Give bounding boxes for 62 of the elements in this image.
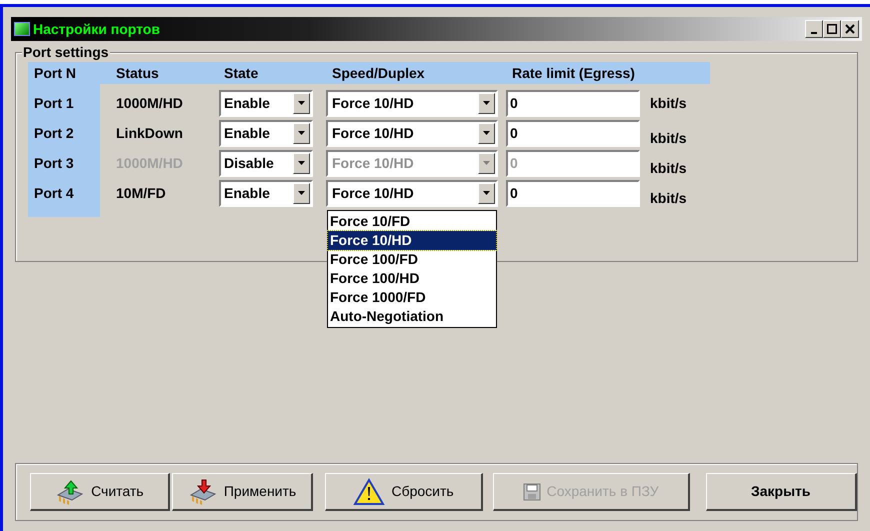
close-button[interactable]: Закрыть [706, 473, 858, 511]
column-header: State [223, 64, 260, 82]
caret-icon [483, 101, 490, 105]
speed-option[interactable]: Force 10/HD [328, 231, 496, 250]
caret-icon [483, 131, 490, 135]
column-header: Rate limit (Egress) [511, 64, 636, 83]
group-title: Port settings [22, 44, 110, 60]
speed-option[interactable]: Force 100/FD [328, 250, 496, 269]
port-name: Port 3 [33, 154, 75, 172]
caret-icon [298, 101, 305, 105]
speed-option[interactable]: Force 10/FD [328, 212, 496, 231]
speed-option[interactable]: Auto-Negotiation [328, 307, 496, 326]
unit-label: kbit/s [650, 188, 688, 208]
caret-icon [298, 131, 305, 135]
chip-up-arrow-icon [55, 478, 86, 504]
maximize-icon [827, 24, 837, 34]
caret-icon [298, 161, 305, 165]
dropdown-arrow-button[interactable] [293, 92, 310, 114]
speed-dropdown[interactable]: Force 10/HD [326, 90, 498, 116]
window-title: Настройки портов [33, 20, 160, 39]
dropdown-arrow-button[interactable] [478, 92, 495, 114]
read-button[interactable]: Считать [30, 473, 170, 511]
maximize-button[interactable] [823, 20, 841, 38]
port-name: Port 1 [33, 94, 75, 112]
app-icon [14, 22, 30, 36]
apply-button[interactable]: Применить [172, 473, 314, 511]
chip-down-arrow-icon [188, 478, 218, 504]
rate-limit-field[interactable]: 0 [506, 90, 640, 116]
speed-dropdown[interactable]: Force 10/HD [326, 180, 498, 206]
unit-label: kbit/s [650, 94, 688, 112]
port-status: 1000M/HD [115, 94, 184, 112]
caret-icon [483, 191, 490, 195]
port-name: Port 4 [33, 184, 75, 202]
rate-limit-field[interactable]: 0 [506, 120, 640, 146]
speed-option[interactable]: Force 100/HD [328, 269, 496, 288]
column-header: Port N [33, 64, 77, 82]
column-header: Speed/Duplex [331, 64, 426, 83]
port-status: LinkDown [115, 124, 184, 142]
minimize-icon [811, 32, 817, 34]
minimize-button[interactable] [805, 20, 823, 38]
dropdown-arrow-button[interactable] [478, 122, 495, 144]
dropdown-arrow-button[interactable] [293, 122, 310, 144]
caret-icon [298, 191, 305, 195]
speed-dropdown[interactable]: Force 10/HD [326, 120, 498, 146]
state-dropdown[interactable]: Enable [219, 120, 313, 146]
state-dropdown[interactable]: Enable [219, 90, 313, 116]
speed-option[interactable]: Force 1000/FD [328, 288, 496, 307]
rate-limit-field[interactable]: 0 [506, 180, 640, 206]
reset-button[interactable]: Сбросить [325, 473, 483, 511]
dropdown-arrow-button[interactable] [293, 182, 310, 204]
unit-label: kbit/s [650, 128, 688, 148]
close-icon [845, 24, 855, 34]
unit-label: kbit/s [650, 158, 688, 178]
dropdown-arrow-button[interactable] [293, 152, 310, 174]
port-name: Port 2 [33, 124, 75, 142]
state-dropdown[interactable]: Enable [219, 180, 313, 206]
column-header: Status [115, 64, 160, 82]
dropdown-arrow-button[interactable] [478, 182, 495, 204]
close-button[interactable] [841, 20, 859, 38]
caret-icon [483, 161, 490, 165]
warning-icon [353, 478, 386, 506]
port-status: 10M/FD [115, 184, 167, 202]
